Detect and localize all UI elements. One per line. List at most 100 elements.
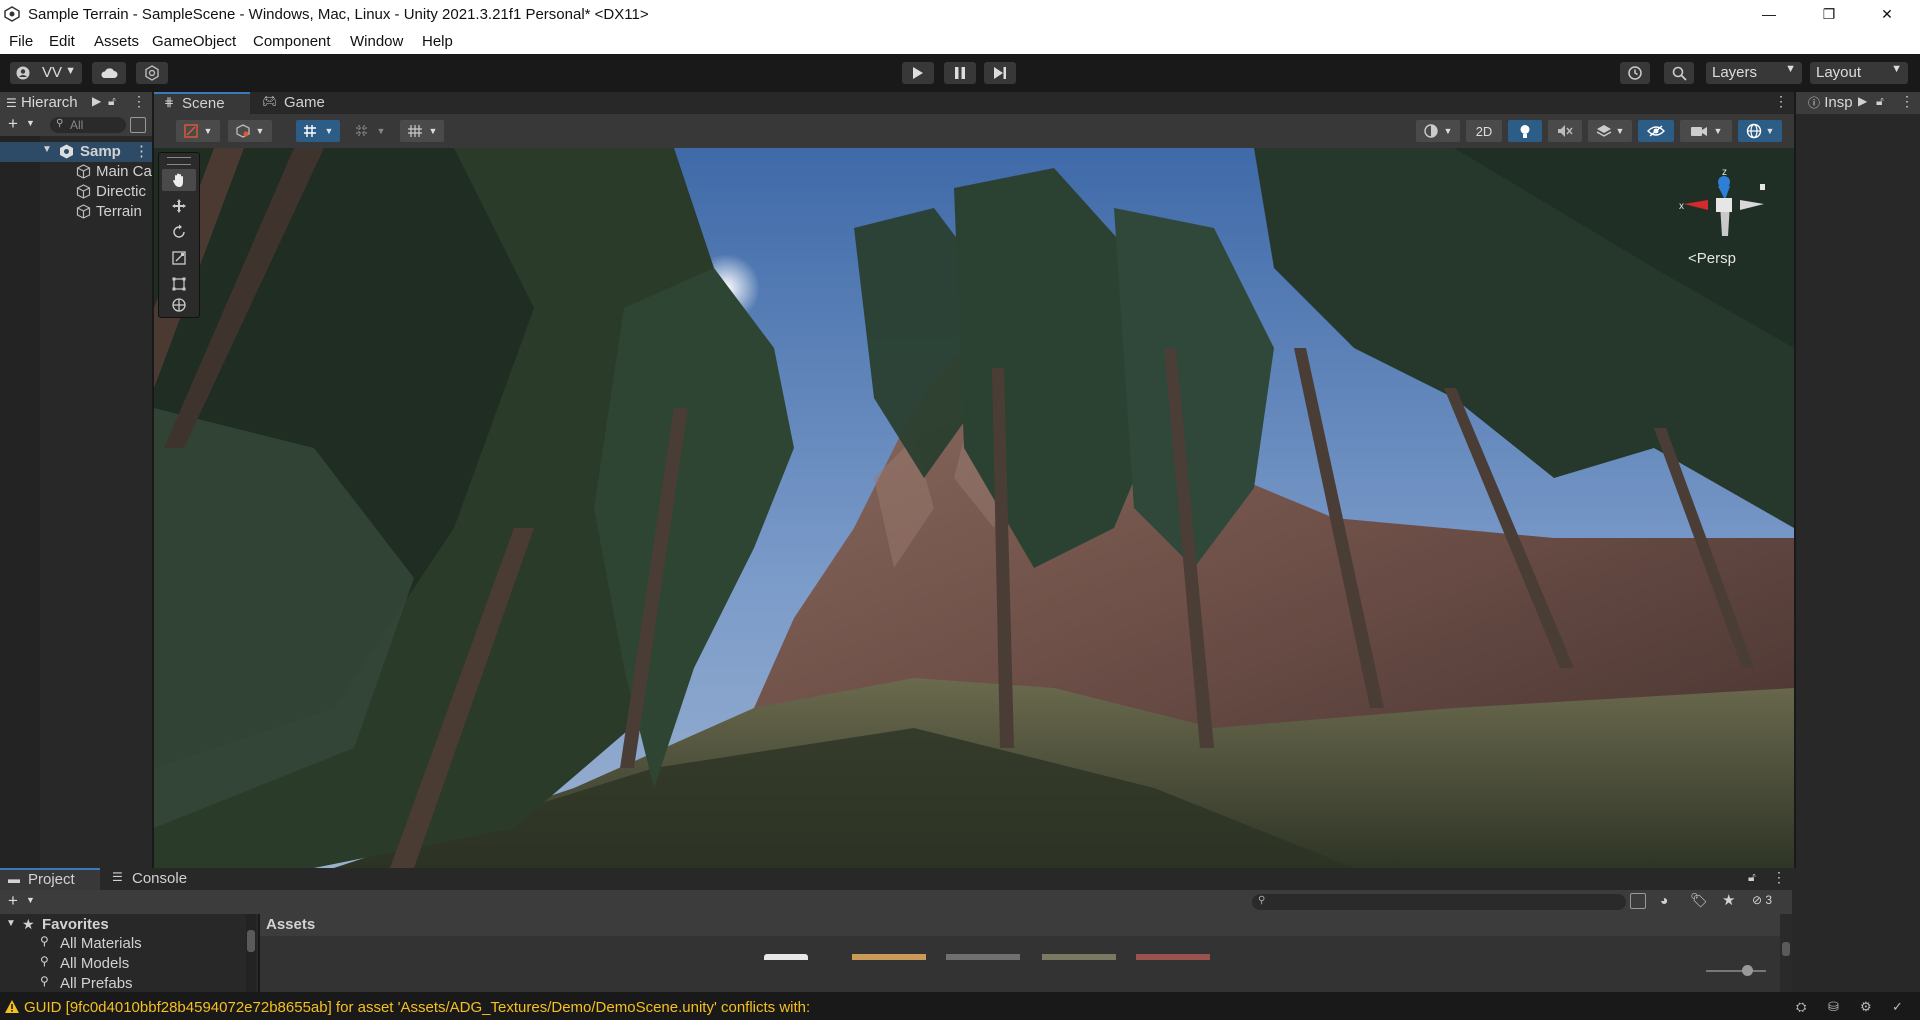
label-tag-icon[interactable]: 🏷︎ (1690, 892, 1708, 909)
search-by-type-icon[interactable] (130, 117, 146, 133)
tab-scene[interactable]: ⋕ Scene (154, 92, 250, 114)
scene-viewport[interactable]: z x <Persp (154, 148, 1794, 868)
grid-visibility-dropdown[interactable]: ▼ (400, 120, 444, 142)
create-button[interactable]: + (8, 891, 18, 911)
chevron-down-icon[interactable]: ▼ (26, 895, 35, 905)
asset-thumbnail[interactable] (946, 954, 1020, 960)
scrollbar-thumb[interactable] (247, 930, 255, 952)
undo-history-button[interactable] (1620, 62, 1650, 84)
list-item[interactable]: Main Ca (0, 162, 152, 182)
asset-thumbnail[interactable] (1136, 954, 1210, 960)
tree-scrollbar[interactable] (246, 914, 256, 992)
progress-check-icon[interactable]: ✓ (1892, 999, 1903, 1015)
scale-tool-button[interactable] (162, 247, 196, 269)
auto-generate-lighting-icon[interactable]: ⛭ (1796, 999, 1806, 1015)
tab-arrow-icon[interactable]: ▶ (1858, 94, 1867, 108)
increment-snap-dropdown[interactable]: ▼ (348, 120, 392, 142)
favorite-item[interactable]: All Models (60, 955, 129, 972)
layout-dropdown[interactable]: Layout ▼ (1810, 62, 1908, 84)
menu-window[interactable]: Window (350, 33, 403, 50)
asset-thumbnail[interactable] (852, 954, 926, 960)
favorite-item[interactable]: All Materials (60, 935, 142, 952)
tab-console[interactable]: ☰ Console (110, 868, 210, 890)
play-button[interactable] (902, 62, 934, 84)
cache-server-icon[interactable]: ⛁ (1828, 999, 1839, 1015)
asset-thumbnail[interactable] (1042, 954, 1116, 960)
account-dropdown[interactable]: VV ▼ (10, 62, 82, 84)
move-tool-button[interactable] (162, 195, 196, 217)
add-button[interactable]: + (8, 114, 18, 134)
gizmo-tool-dropdown[interactable]: ▼ (176, 120, 220, 142)
scrollbar-thumb[interactable] (1782, 942, 1790, 956)
minimize-button[interactable]: — (1746, 0, 1792, 28)
thumbnail-size-slider[interactable] (1706, 965, 1766, 976)
kebab-menu-icon[interactable]: ⋮ (132, 93, 146, 110)
slider-handle[interactable] (1742, 965, 1753, 976)
menu-component[interactable]: Component (253, 33, 331, 50)
menu-assets[interactable]: Assets (94, 33, 139, 50)
favorites-label[interactable]: Favorites (42, 916, 109, 933)
lock-icon[interactable]: 🔓︎ (1876, 94, 1884, 109)
rotate-tool-button[interactable] (162, 221, 196, 243)
lock-icon[interactable]: 🔓︎ (108, 94, 116, 109)
hand-tool-button[interactable] (162, 169, 196, 191)
effects-dropdown[interactable]: ▼ (1588, 120, 1632, 142)
pause-button[interactable] (944, 62, 976, 84)
tab-project[interactable]: ▬ Project (0, 868, 100, 890)
list-item[interactable]: Terrain (0, 202, 152, 222)
projection-toggle[interactable]: <Persp (1688, 250, 1736, 267)
menu-file[interactable]: File (9, 33, 33, 50)
search-by-type-icon[interactable] (1630, 893, 1646, 909)
lighting-toggle-button[interactable] (1508, 120, 1542, 142)
scene-row[interactable]: ▼ Samp ⋮ (0, 142, 152, 162)
rect-tool-button[interactable] (162, 273, 196, 295)
project-search-input[interactable]: ⚲ (1252, 894, 1626, 910)
pivot-dropdown[interactable]: ▼ (228, 120, 272, 142)
expand-arrow-icon[interactable]: ▼ (42, 144, 52, 155)
tab-game[interactable]: 🎮︎ Game (256, 92, 346, 114)
breadcrumb-assets[interactable]: Assets (266, 916, 315, 933)
asset-thumbnail[interactable] (764, 954, 808, 960)
tab-hierarchy[interactable]: ☰ Hierarch (6, 94, 78, 116)
close-button[interactable]: ✕ (1864, 0, 1910, 28)
lock-icon[interactable]: 🔓︎ (1748, 870, 1756, 885)
kebab-menu-icon[interactable]: ⋮ (1774, 93, 1788, 110)
gizmos-dropdown[interactable]: ▼ (1738, 120, 1782, 142)
camera-settings-dropdown[interactable]: ▼ (1680, 120, 1732, 142)
draw-mode-dropdown[interactable]: ▼ (1416, 120, 1460, 142)
2d-toggle-button[interactable]: 2D (1466, 120, 1502, 142)
debug-mode-icon[interactable]: ⚙ (1860, 999, 1872, 1015)
expand-arrow-icon[interactable]: ▼ (6, 918, 16, 929)
grid-snap-dropdown[interactable]: ▼ (296, 120, 340, 142)
list-item[interactable]: Directic (0, 182, 152, 202)
kebab-menu-icon[interactable]: ⋮ (134, 142, 149, 160)
hidden-packages-button[interactable]: ⊘ 3 (1752, 893, 1772, 907)
kebab-menu-icon[interactable]: ⋮ (1900, 93, 1914, 110)
kebab-menu-icon[interactable]: ⋮ (1772, 869, 1786, 886)
transform-tool-button[interactable] (162, 295, 196, 315)
transform-tool-icon (183, 124, 198, 138)
chevron-down-icon[interactable]: ▼ (26, 118, 35, 128)
palette-grip-icon[interactable] (167, 157, 191, 165)
menu-help[interactable]: Help (422, 33, 453, 50)
favorite-item[interactable]: All Prefabs (60, 975, 133, 992)
maximize-button[interactable]: ❐ (1806, 0, 1852, 28)
tab-arrow-icon[interactable]: ▶ (92, 94, 101, 108)
menu-gameobject[interactable]: GameObject (152, 33, 236, 50)
menu-edit[interactable]: Edit (49, 33, 75, 50)
search-button[interactable] (1664, 62, 1694, 84)
shading-sphere-icon (1423, 124, 1438, 138)
scene-visibility-button[interactable] (1638, 120, 1674, 142)
assets-scrollbar[interactable] (1780, 914, 1792, 992)
audio-toggle-button[interactable] (1548, 120, 1582, 142)
status-bar[interactable]: GUID [9fc0d4010bbf28b4594072e72b8655ab] … (0, 994, 1920, 1020)
collab-button[interactable] (136, 62, 168, 84)
layers-dropdown[interactable]: Layers ▼ (1706, 62, 1802, 84)
cloud-button[interactable] (92, 62, 126, 84)
favorite-star-icon[interactable]: ★ (1722, 891, 1735, 909)
filter-by-type-icon[interactable]: ◕ (1660, 892, 1668, 908)
scene-orientation-gizmo[interactable]: z x <Persp (1674, 166, 1774, 276)
step-button[interactable] (984, 62, 1016, 84)
hierarchy-search-input[interactable]: ⚲ All (50, 117, 126, 133)
tab-inspector[interactable]: ⓘ Insp (1808, 94, 1853, 116)
